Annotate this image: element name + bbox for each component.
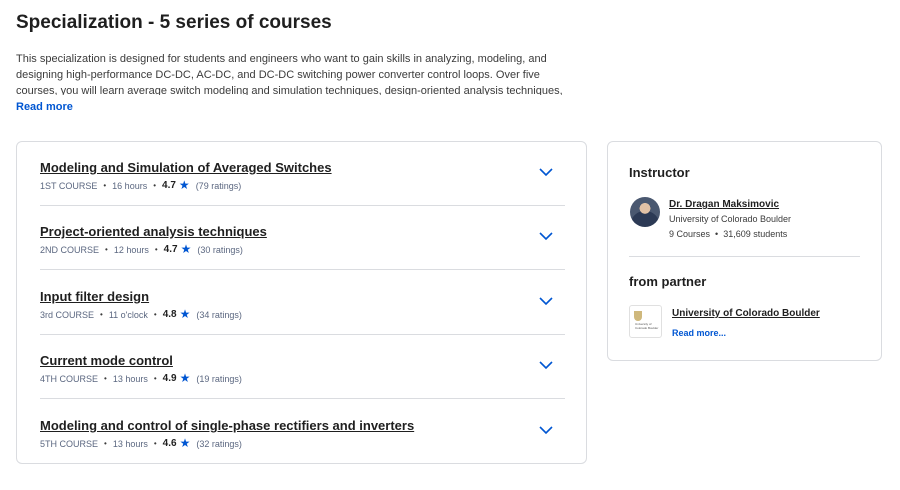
avatar	[630, 197, 660, 227]
star-icon: ★	[179, 436, 191, 450]
separator-dot: •	[104, 439, 107, 448]
separator-dot: •	[153, 439, 157, 448]
divider	[629, 256, 860, 257]
course-item: Project-oriented analysis techniques 2ND…	[40, 206, 565, 270]
partner-name-link[interactable]: University of Colorado Boulder	[672, 308, 820, 319]
specialization-heading: Specialization - 5 series of courses	[16, 12, 332, 33]
course-rating: 4.8	[162, 309, 177, 320]
course-order: 5TH COURSE	[40, 438, 99, 449]
separator-dot: •	[100, 310, 103, 319]
course-duration: 13 hours	[112, 438, 148, 449]
course-ratings-count: (34 ratings)	[196, 309, 242, 320]
chevron-down-icon[interactable]	[538, 166, 554, 178]
course-meta: 3rd COURSE • 11 o'clock • 4.8 ★ (34 rati…	[40, 307, 242, 321]
chevron-down-icon[interactable]	[538, 424, 554, 436]
star-icon: ★	[180, 242, 192, 256]
course-order: 1ST COURSE	[40, 180, 98, 191]
course-title-link[interactable]: Current mode control	[40, 353, 173, 368]
course-title-link[interactable]: Modeling and control of single-phase rec…	[40, 418, 414, 433]
chevron-down-icon[interactable]	[538, 230, 554, 242]
partner-logo[interactable]: University of Colorado Boulder	[629, 305, 662, 338]
course-duration: 16 hours	[112, 180, 148, 191]
course-title-link[interactable]: Project-oriented analysis techniques	[40, 224, 267, 239]
course-rating: 4.6	[162, 438, 177, 449]
course-ratings-count: (30 ratings)	[197, 244, 243, 255]
separator-dot: •	[153, 374, 157, 383]
course-ratings-count: (32 ratings)	[196, 438, 242, 449]
course-meta: 1ST COURSE • 16 hours • 4.7 ★ (79 rating…	[40, 178, 242, 192]
instructor-org: University of Colorado Boulder	[669, 214, 792, 224]
separator-dot: •	[153, 310, 157, 319]
separator-dot: •	[104, 374, 107, 383]
course-rating: 4.7	[163, 244, 178, 255]
separator-dot: •	[105, 245, 108, 254]
course-item: Modeling and control of single-phase rec…	[40, 400, 565, 464]
course-meta: 4TH COURSE • 13 hours • 4.9 ★ (19 rating…	[40, 371, 242, 385]
course-item: Input filter design 3rd COURSE • 11 o'cl…	[40, 271, 565, 335]
star-icon: ★	[178, 178, 190, 192]
course-duration: 13 hours	[112, 373, 148, 384]
course-duration: 11 o'clock	[108, 309, 148, 320]
instructor-partner-card: Instructor Dr. Dragan Maksimovic Univers…	[607, 141, 882, 361]
separator-dot: •	[103, 181, 107, 190]
course-order: 4TH COURSE	[40, 373, 99, 384]
course-order: 2ND COURSE	[40, 244, 100, 255]
separator-dot: •	[153, 181, 157, 190]
separator-dot: •	[154, 245, 158, 254]
star-icon: ★	[179, 371, 191, 385]
shield-icon	[634, 311, 642, 321]
course-item: Current mode control 4TH COURSE • 13 hou…	[40, 335, 565, 399]
instructor-courses: 9 Courses	[669, 229, 711, 239]
course-rating: 4.9	[162, 373, 177, 384]
course-rating: 4.7	[162, 180, 176, 191]
instructor-name-link[interactable]: Dr. Dragan Maksimovic	[669, 199, 779, 210]
specialization-description: This specialization is designed for stud…	[16, 53, 563, 95]
partner-read-more-link[interactable]: Read more...	[672, 328, 726, 338]
star-icon: ★	[179, 307, 191, 321]
course-title-link[interactable]: Input filter design	[40, 289, 149, 304]
instructor-stats: 9 Courses • 31,609 students	[669, 229, 787, 239]
course-ratings-count: (79 ratings)	[195, 180, 242, 191]
instructor-students: 31,609 students	[723, 229, 788, 239]
instructor-heading: Instructor	[629, 165, 690, 180]
course-item: Modeling and Simulation of Averaged Swit…	[40, 142, 565, 206]
course-meta: 5TH COURSE • 13 hours • 4.6 ★ (32 rating…	[40, 436, 242, 450]
chevron-down-icon[interactable]	[538, 359, 554, 371]
partner-logo-text: University of Colorado Boulder	[635, 322, 659, 330]
course-list: Modeling and Simulation of Averaged Swit…	[16, 141, 587, 464]
partner-heading: from partner	[629, 274, 707, 289]
chevron-down-icon[interactable]	[538, 295, 554, 307]
course-ratings-count: (19 ratings)	[196, 373, 242, 384]
course-order: 3rd COURSE	[40, 309, 95, 320]
separator-dot: •	[715, 229, 719, 239]
read-more-link[interactable]: Read more	[16, 101, 73, 113]
course-title-link[interactable]: Modeling and Simulation of Averaged Swit…	[40, 160, 332, 175]
course-meta: 2ND COURSE • 12 hours • 4.7 ★ (30 rating…	[40, 242, 243, 256]
course-duration: 12 hours	[113, 244, 149, 255]
